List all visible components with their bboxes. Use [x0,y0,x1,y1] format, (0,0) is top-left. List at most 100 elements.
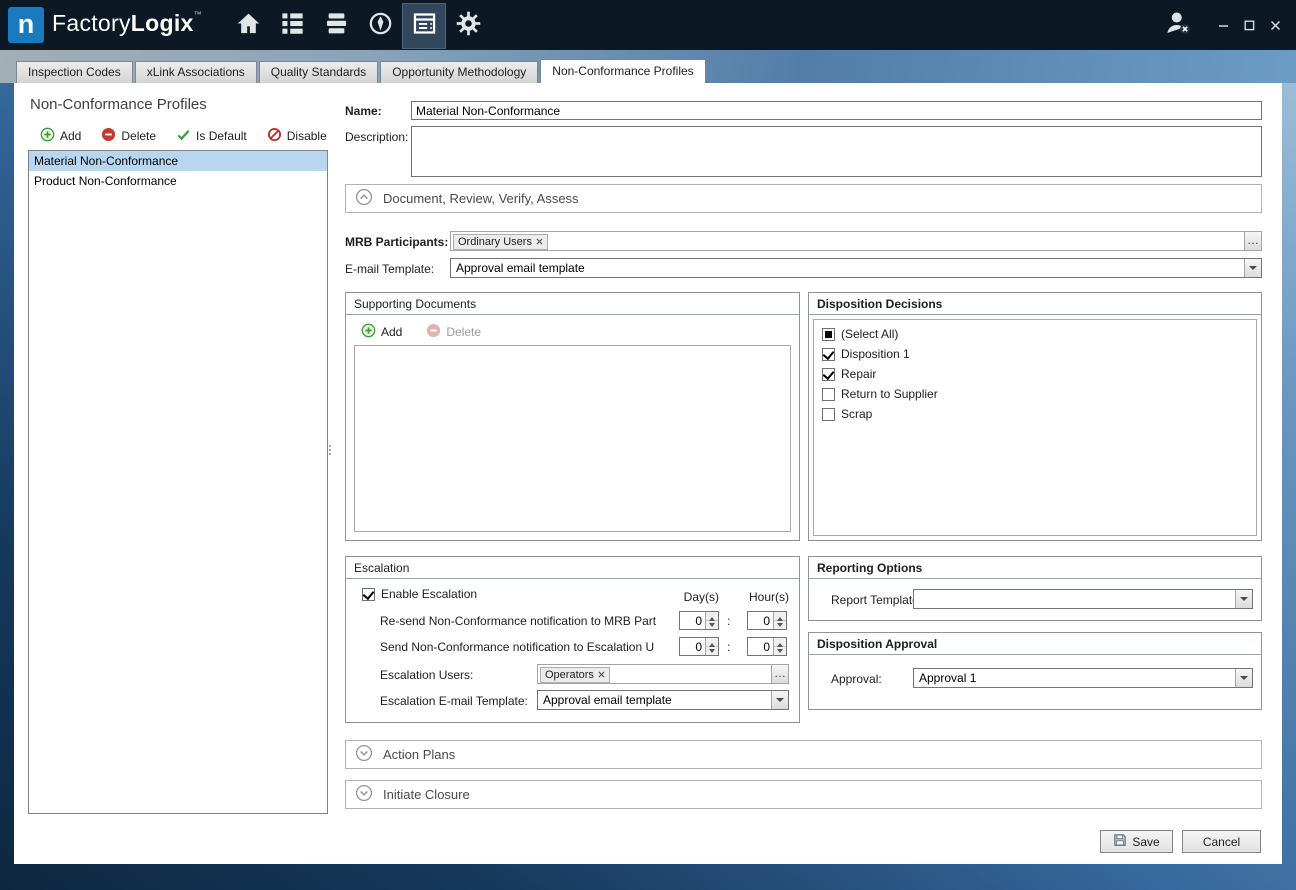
escalation-users-field[interactable]: Operators … [537,664,789,684]
close-button[interactable] [1262,13,1288,37]
email-template-label: E-mail Template: [345,262,434,276]
disposition-decisions-title: Disposition Decisions [809,293,1261,315]
remove-token-icon[interactable] [598,669,605,681]
report-template-dropdown[interactable] [913,589,1253,609]
send-hours-input[interactable] [748,638,772,655]
stepper-down-icon[interactable] [706,647,718,656]
tab-non-conformance-profiles[interactable]: Non-Conformance Profiles [540,59,705,83]
resend-days-input[interactable] [680,612,704,629]
checkbox-row-return-to-supplier[interactable]: Return to Supplier [822,384,1256,404]
panel-splitter[interactable] [328,443,332,459]
titlebar-right [1158,0,1288,50]
supporting-documents-title: Supporting Documents [346,293,799,315]
settings-nav-button[interactable] [446,3,490,49]
section-document-review-verify-assess[interactable]: Document, Review, Verify, Assess [345,184,1262,213]
checkbox-row-repair[interactable]: Repair [822,364,1256,384]
delete-document-button[interactable]: Delete [426,323,481,341]
resend-hours-input[interactable] [748,612,772,629]
batch-stack-nav-button[interactable] [314,3,358,49]
gear-icon [455,10,482,42]
main-nav [226,0,490,50]
maximize-button[interactable] [1236,13,1262,37]
logo-letter: n [18,9,35,39]
add-document-button[interactable]: Add [361,323,402,341]
tab-opportunity-methodology[interactable]: Opportunity Methodology [380,61,538,83]
resend-notification-label: Re-send Non-Conformance notification to … [380,614,674,628]
checkbox-row-scrap[interactable]: Scrap [822,404,1256,424]
escalation-users-label: Escalation Users: [380,668,473,682]
disposition-approval-panel: Disposition Approval Approval: Approval … [808,632,1262,710]
mrb-participants-picker-button[interactable]: … [1244,232,1261,250]
stepper-down-icon[interactable] [706,621,718,630]
description-input[interactable] [411,126,1262,177]
worksheet-nav-button[interactable] [270,3,314,49]
escalation-users-picker-button[interactable]: … [771,665,788,683]
scrap-checkbox[interactable] [822,408,835,421]
stepper-up-icon[interactable] [774,638,786,647]
chevron-down-icon[interactable] [1235,669,1252,687]
escalation-user-token: Operators [540,667,610,683]
remove-token-icon[interactable] [536,236,543,248]
section-initiate-closure[interactable]: Initiate Closure [345,780,1262,809]
escalation-email-template-dropdown[interactable]: Approval email template [537,690,789,710]
resend-days-stepper[interactable] [679,611,719,630]
quality-documents-nav-button[interactable] [402,3,446,49]
disable-profile-button[interactable]: Disable [267,127,327,145]
navigator-nav-button[interactable] [358,3,402,49]
return-to-supplier-checkbox[interactable] [822,388,835,401]
disable-icon [267,127,282,145]
approval-dropdown[interactable]: Approval 1 [913,668,1253,688]
collapse-up-icon [355,188,373,209]
home-nav-button[interactable] [226,3,270,49]
enable-escalation-row[interactable]: Enable Escalation [362,587,477,601]
repair-checkbox[interactable] [822,368,835,381]
supporting-documents-list[interactable] [354,345,791,532]
send-days-stepper[interactable] [679,637,719,656]
stepper-up-icon[interactable] [706,612,718,621]
profiles-panel-title: Non-Conformance Profiles [30,96,207,113]
disposition-1-checkbox[interactable] [822,348,835,361]
is-default-button[interactable]: Is Default [176,127,247,145]
email-template-dropdown[interactable]: Approval email template [450,258,1262,278]
report-template-label: Report Template: [831,593,922,607]
send-hours-stepper[interactable] [747,637,787,656]
user-account-button[interactable] [1158,5,1198,45]
list-item-product-non-conformance[interactable]: Product Non-Conformance [29,171,327,191]
add-icon [40,127,55,145]
supporting-documents-panel: Supporting Documents Add Delete [345,292,800,541]
cancel-button[interactable]: Cancel [1182,830,1261,853]
stepper-down-icon[interactable] [774,621,786,630]
section-action-plans[interactable]: Action Plans [345,740,1262,769]
enable-escalation-checkbox[interactable] [362,588,375,601]
send-days-input[interactable] [680,638,704,655]
checkbox-row-disposition-1[interactable]: Disposition 1 [822,344,1256,364]
chevron-down-icon[interactable] [1244,259,1261,277]
reporting-options-panel: Reporting Options Report Template: [808,556,1262,621]
documents-icon [411,10,438,42]
description-label: Description: [345,130,408,144]
minimize-button[interactable] [1210,13,1236,37]
delete-profile-button[interactable]: Delete [101,127,156,145]
stepper-down-icon[interactable] [774,647,786,656]
tab-quality-standards[interactable]: Quality Standards [259,61,378,83]
mrb-participants-field[interactable]: Ordinary Users … [450,231,1262,251]
reporting-options-title: Reporting Options [809,557,1261,579]
stepper-up-icon[interactable] [706,638,718,647]
titlebar: n FactoryLogix™ [0,0,1296,50]
mrb-participant-token: Ordinary Users [453,234,548,250]
name-input[interactable] [411,101,1262,120]
stepper-up-icon[interactable] [774,612,786,621]
list-item-material-non-conformance[interactable]: Material Non-Conformance [29,151,327,171]
save-floppy-icon [1113,833,1127,850]
disposition-decisions-panel: Disposition Decisions (Select All) Dispo… [808,292,1262,541]
checkbox-row-select-all[interactable]: (Select All) [822,324,1256,344]
tab-xlink-associations[interactable]: xLink Associations [135,61,257,83]
chevron-down-icon[interactable] [771,691,788,709]
chevron-down-icon[interactable] [1235,590,1252,608]
tab-inspection-codes[interactable]: Inspection Codes [16,61,133,83]
resend-hours-stepper[interactable] [747,611,787,630]
select-all-checkbox[interactable] [822,328,835,341]
save-button[interactable]: Save [1100,830,1173,853]
add-profile-button[interactable]: Add [40,127,81,145]
mrb-participants-label: MRB Participants: [345,235,448,249]
